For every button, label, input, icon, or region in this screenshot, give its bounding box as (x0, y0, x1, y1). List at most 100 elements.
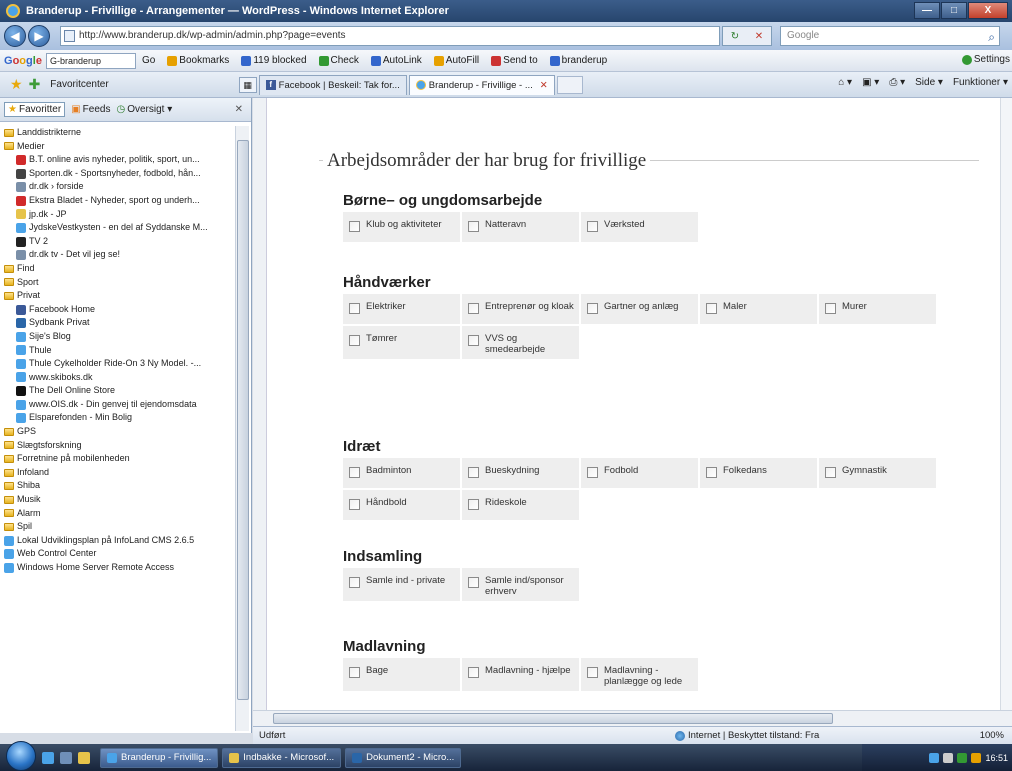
favorite-item[interactable]: Windows Home Server Remote Access (4, 561, 232, 575)
close-button[interactable]: X (968, 2, 1008, 19)
checkbox[interactable] (468, 499, 479, 510)
checkbox-option[interactable]: Madlavning - planlægge og lede (581, 658, 698, 691)
back-button[interactable]: ◀ (4, 25, 26, 47)
checkbox-option[interactable]: Klub og aktiviteter (343, 212, 460, 242)
search-icon[interactable]: ⌕ (988, 28, 995, 46)
tab-facebook[interactable]: f Facebook | Beskeil: Tak for... (258, 74, 407, 95)
favorite-item[interactable]: Shiba (4, 479, 232, 493)
gbar-item-autolink[interactable]: AutoLink (370, 55, 422, 66)
favorite-item[interactable]: Musik (4, 493, 232, 507)
quicklaunch-desktop-icon[interactable] (60, 751, 72, 764)
checkbox-option[interactable]: Madlavning - hjælpe (462, 658, 579, 691)
gbar-item-branderup[interactable]: branderup (549, 55, 607, 66)
favorite-item[interactable]: Privat (4, 289, 232, 303)
taskbar-task[interactable]: Dokument2 - Micro... (345, 747, 462, 768)
search-input[interactable]: Google ⌕ (780, 26, 1000, 46)
favorite-item[interactable]: JydskeVestkysten - en del af Syddanske M… (4, 221, 232, 235)
new-tab-button[interactable] (556, 75, 583, 94)
google-search-input[interactable]: G-branderup (45, 52, 136, 69)
favorite-item[interactable]: B.T. online avis nyheder, politik, sport… (4, 153, 232, 167)
checkbox[interactable] (468, 303, 479, 314)
favorite-item[interactable]: Forretnine på mobilenheden (4, 452, 232, 466)
checkbox-option[interactable]: Samle ind - private (343, 568, 460, 601)
url-field[interactable]: http://www.branderup.dk/wp-admin/admin.p… (60, 26, 720, 46)
security-zone[interactable]: Internet | Beskyttet tilstand: Fra (675, 727, 819, 744)
favorite-item[interactable]: Sporten.dk - Sportsnyheder, fodbold, hån… (4, 167, 232, 181)
favorite-item[interactable]: The Dell Online Store (4, 384, 232, 398)
favorite-item[interactable]: Slægtsforskning (4, 439, 232, 453)
checkbox[interactable] (349, 499, 360, 510)
checkbox-option[interactable]: Rideskole (462, 490, 579, 520)
favorite-item[interactable]: www.skiboks.dk (4, 371, 232, 385)
checkbox-option[interactable]: Værksted (581, 212, 698, 242)
gbar-item-send-to[interactable]: Send to (491, 55, 538, 66)
checkbox[interactable] (706, 303, 717, 314)
gbar-item-autofill[interactable]: AutoFill (433, 55, 479, 66)
checkbox-option[interactable]: Folkedans (700, 458, 817, 488)
checkbox[interactable] (468, 221, 479, 232)
checkbox-option[interactable]: Badminton (343, 458, 460, 488)
favorite-item[interactable]: Sydbank Privat (4, 316, 232, 330)
checkbox-option[interactable]: Tømrer (343, 326, 460, 359)
checkbox-option[interactable]: Gartner og anlæg (581, 294, 698, 324)
checkbox-option[interactable]: Entreprenør og kloak (462, 294, 579, 324)
gbar-item-popup-blocker[interactable]: 119 blocked (241, 55, 307, 66)
forward-button[interactable]: ▶ (28, 25, 50, 47)
refresh-icon[interactable]: ↻ (731, 31, 739, 42)
home-icon[interactable]: ⌂ ▾ (838, 77, 852, 88)
favorite-item[interactable]: dr.dk tv - Det vil jeg se! (4, 248, 232, 262)
checkbox-option[interactable]: Håndbold (343, 490, 460, 520)
favorite-item[interactable]: Find (4, 262, 232, 276)
print-icon[interactable]: ⎙ ▾ (889, 77, 905, 88)
checkbox[interactable] (349, 577, 360, 588)
taskbar-task[interactable]: Indbakke - Microsof... (222, 747, 342, 768)
feeds-icon[interactable]: ▣ ▾ (862, 77, 879, 88)
tab-close-icon[interactable]: ✕ (540, 76, 548, 95)
quick-tabs-icon[interactable]: ▦ (238, 76, 257, 93)
zoom-level[interactable]: 100% (980, 727, 1004, 744)
favorite-item[interactable]: Medier (4, 140, 232, 154)
checkbox-option[interactable]: Bueskydning (462, 458, 579, 488)
favorite-item[interactable]: Thule (4, 344, 232, 358)
tools-menu[interactable]: Funktioner ▾ (953, 77, 1008, 88)
checkbox[interactable] (468, 335, 479, 346)
favorite-item[interactable]: Elsparefonden - Min Bolig (4, 411, 232, 425)
checkbox[interactable] (349, 303, 360, 314)
feeds-tab[interactable]: ▣ Feeds (71, 104, 110, 115)
favorite-item[interactable]: Web Control Center (4, 547, 232, 561)
checkbox-option[interactable]: Fodbold (581, 458, 698, 488)
gbar-item-check[interactable]: Check (318, 55, 359, 66)
checkbox-option[interactable]: Bage (343, 658, 460, 691)
network-icon[interactable] (929, 752, 940, 763)
favorite-item[interactable]: Ekstra Bladet - Nyheder, sport og underh… (4, 194, 232, 208)
favorite-item[interactable]: dr.dk › forside (4, 180, 232, 194)
checkbox-option[interactable]: Natteravn (462, 212, 579, 242)
add-favorite-icon[interactable]: ✚ (29, 76, 41, 93)
checkbox-option[interactable]: Maler (700, 294, 817, 324)
checkbox[interactable] (349, 467, 360, 478)
checkbox[interactable] (468, 577, 479, 588)
checkbox[interactable] (587, 303, 598, 314)
history-tab[interactable]: ◷ Oversigt ▾ (116, 104, 172, 115)
security-icon[interactable] (957, 752, 968, 763)
checkbox[interactable] (825, 467, 836, 478)
checkbox-option[interactable]: Elektriker (343, 294, 460, 324)
quicklaunch-outlook-icon[interactable] (78, 751, 90, 764)
favorites-scrollbar[interactable] (235, 126, 249, 731)
favorites-center-label[interactable]: Favoritcenter (50, 79, 108, 90)
favorite-item[interactable]: Spil (4, 520, 232, 534)
update-icon[interactable] (971, 752, 982, 763)
favorite-item[interactable]: Landdistrikterne (4, 126, 232, 140)
favorites-scroll-thumb[interactable] (237, 140, 249, 700)
favorite-item[interactable]: jp.dk - JP (4, 208, 232, 222)
horizontal-scrollbar[interactable] (253, 710, 1012, 726)
maximize-button[interactable]: □ (941, 2, 967, 19)
favorites-tab[interactable]: ★ Favoritter (4, 102, 66, 117)
favorite-item[interactable]: Alarm (4, 507, 232, 521)
minimize-button[interactable]: — (914, 2, 940, 19)
gbar-settings-button[interactable]: Settings (961, 54, 1010, 65)
checkbox[interactable] (587, 221, 598, 232)
favorite-item[interactable]: Sije's Blog (4, 330, 232, 344)
google-go-button[interactable]: Go (142, 55, 155, 66)
favorite-item[interactable]: Infoland (4, 466, 232, 480)
